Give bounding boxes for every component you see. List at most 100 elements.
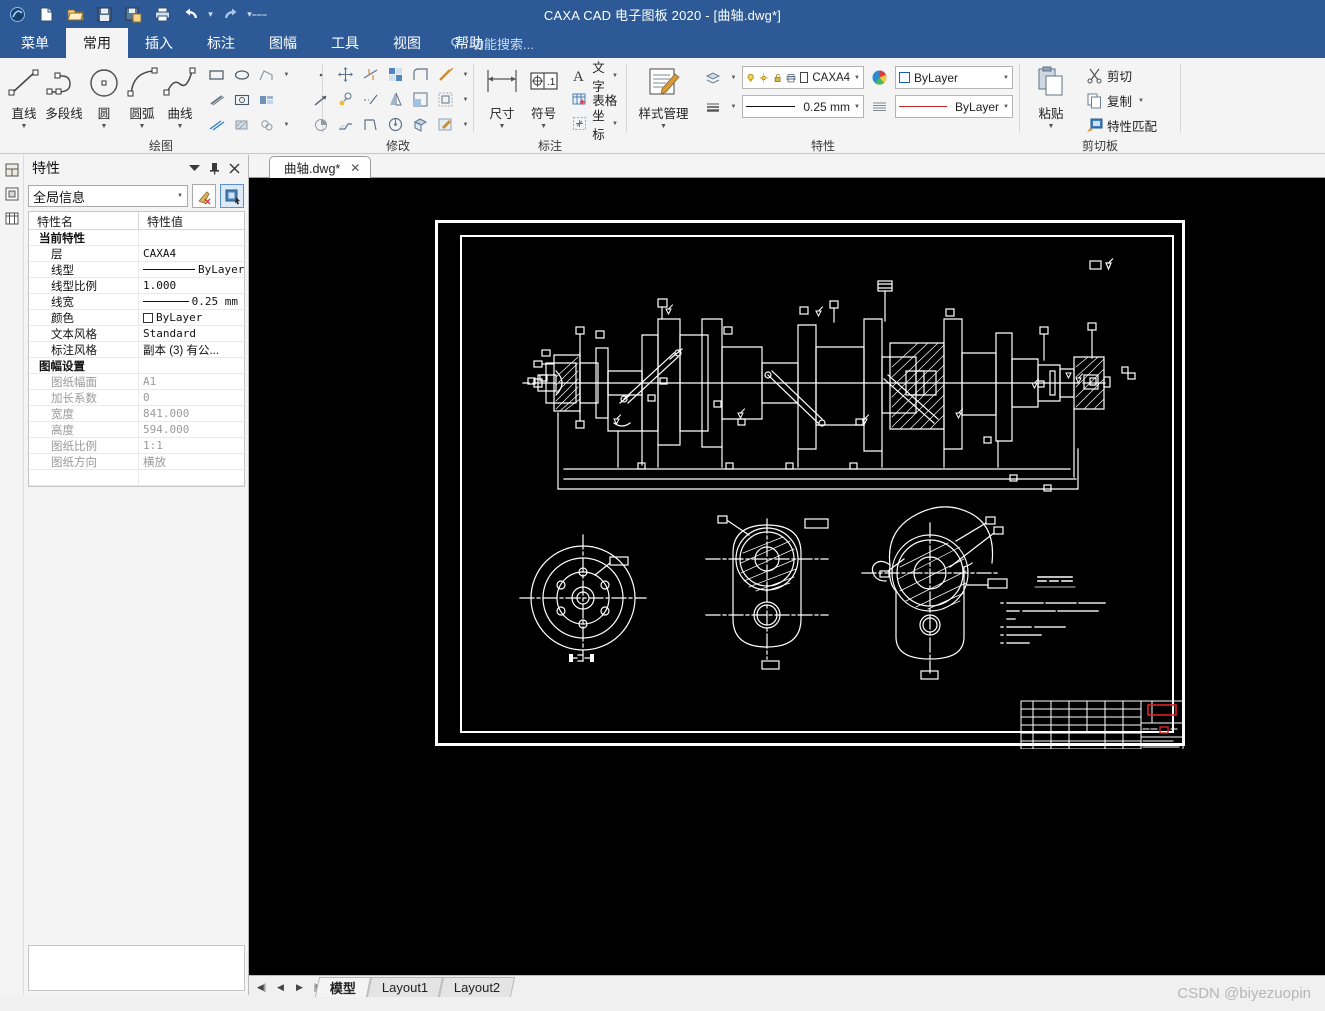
print-icon[interactable] [149,2,175,26]
linewidth-selector[interactable]: 0.25 mm ▼ [742,95,864,118]
cut-button[interactable]: 剪切 [1084,64,1159,87]
property-section-current[interactable]: 当前特性 [29,230,244,246]
stretch-icon[interactable] [333,112,358,137]
dimension-button[interactable]: 尺寸 ▼ [482,62,522,130]
property-row-extend-factor[interactable]: 加长系数 0 [29,390,244,406]
save-file-icon[interactable] [91,2,117,26]
linetype-selector[interactable]: ByLayer ▼ [895,95,1013,118]
library-vtab[interactable] [2,207,22,229]
draw-polyline-button[interactable]: 多段线 [44,62,84,122]
chevron-down-icon[interactable]: ▼ [101,123,108,130]
panel-close-icon[interactable] [224,158,244,178]
mirror-icon[interactable] [383,87,408,112]
text-button[interactable]: A 文字 ▼ [569,61,620,94]
modify-dropdown-1-icon[interactable]: ▼ [460,62,471,87]
save-as-icon[interactable] [120,2,146,26]
tab-insert[interactable]: 插入 [128,28,190,58]
draw-spline-button[interactable]: 曲线 ▼ [162,62,198,130]
chevron-down-icon[interactable]: ▼ [999,104,1009,110]
layer-tool-icon[interactable] [700,65,725,90]
linestyle-icon[interactable] [867,94,892,119]
property-row-layer[interactable]: 层 CAXA4 [29,246,244,262]
parallel-dropdown-icon[interactable]: ▼ [281,112,292,137]
prev-sheet-button[interactable]: ◀ [272,979,289,996]
property-row-color[interactable]: 颜色 ByLayer [29,310,244,326]
copy-button[interactable]: 复制 ▼ [1084,89,1159,112]
property-row-width[interactable]: 宽度 841.000 [29,406,244,422]
document-tab-qushaft[interactable]: 曲轴.dwg* ✕ [269,156,372,178]
ellipse-icon[interactable] [229,62,254,87]
coordinate-button[interactable]: 坐标 ▼ [569,109,620,142]
draw-circle-button[interactable]: 圆 ▼ [86,62,122,130]
pick-entity-button[interactable] [220,184,244,208]
parallel-line-icon[interactable] [204,112,229,137]
chevron-down-icon[interactable]: ▼ [139,123,146,130]
undo-dropdown-icon[interactable]: ▾ [207,2,214,26]
paste-button[interactable]: 粘贴 ▼ [1028,62,1074,130]
chevron-down-icon[interactable]: ▼ [850,104,860,110]
fillet-icon[interactable] [408,62,433,87]
chevron-down-icon[interactable]: ▼ [612,121,618,127]
chamfer-edit-icon[interactable] [433,62,458,87]
block-icon[interactable] [254,87,279,112]
puzzle-icon[interactable] [254,112,279,137]
style-manager-button[interactable]: 样式管理 ▼ [637,62,690,130]
panel-menu-icon[interactable] [184,158,204,178]
explode-icon[interactable] [408,112,433,137]
property-row-linetype[interactable]: 线型 ByLayer [29,262,244,278]
rectangle-dropdown-icon[interactable]: ▼ [281,62,292,87]
property-row-linewidth[interactable]: 线宽 0.25 mm [29,294,244,310]
centerline-icon[interactable] [204,87,229,112]
redo-icon[interactable] [217,2,243,26]
color-wheel-icon[interactable] [867,65,892,90]
layer-selector[interactable]: CAXA4 ▼ [742,66,864,89]
hatch-icon[interactable] [229,112,254,137]
draw-line-button[interactable]: 直线 ▼ [6,62,42,130]
chevron-down-icon[interactable]: ▼ [612,73,618,79]
rotate-icon[interactable] [383,112,408,137]
linetype-list-icon[interactable] [700,94,725,119]
app-logo-icon[interactable] [4,2,30,26]
property-row-linetype-scale[interactable]: 线型比例 1.000 [29,278,244,294]
sheet-tab-model[interactable]: 模型 [314,977,372,997]
drawing-canvas[interactable] [249,178,1325,975]
property-section-sheet[interactable]: 图幅设置 [29,358,244,374]
property-row-scale[interactable]: 图纸比例 1:1 [29,438,244,454]
sheet-tab-layout2[interactable]: Layout2 [439,977,516,997]
tab-menu[interactable]: 菜单 [4,28,66,58]
properties-scope-selector[interactable]: 全局信息 ▼ [28,185,188,207]
properties-vtab[interactable] [2,159,22,181]
chevron-down-icon[interactable]: ▼ [660,123,667,130]
chevron-down-icon[interactable]: ▼ [1048,123,1055,130]
chevron-down-icon[interactable]: ▼ [850,75,860,81]
draw-arc-button[interactable]: 圆弧 ▼ [124,62,160,130]
centerline-dropdown-icon[interactable] [281,87,292,112]
chevron-down-icon[interactable]: ▼ [999,75,1009,81]
next-sheet-button[interactable]: ▶ [291,979,308,996]
layers-vtab[interactable] [2,183,22,205]
feature-search[interactable]: 功能搜索... [450,28,534,58]
chevron-down-icon[interactable]: ▼ [540,123,547,130]
symbol-button[interactable]: .1 符号 ▼ [524,62,563,130]
move-icon[interactable] [333,62,358,87]
tab-sheet[interactable]: 图幅 [252,28,314,58]
rectangle-icon[interactable] [204,62,229,87]
first-sheet-button[interactable]: ◀| [253,979,270,996]
array-icon[interactable] [383,62,408,87]
trim-icon[interactable] [358,62,383,87]
chevron-down-icon[interactable]: ▼ [177,123,184,130]
tab-tools[interactable]: 工具 [314,28,376,58]
new-file-icon[interactable] [33,2,59,26]
undo-icon[interactable] [178,2,204,26]
property-row-text-style[interactable]: 文本风格 Standard [29,326,244,342]
chevron-down-icon[interactable]: ▼ [21,123,28,130]
match-properties-button[interactable]: 特性匹配 [1084,114,1159,137]
modify-dropdown-2-icon[interactable]: ▼ [460,87,471,112]
edit-icon[interactable] [433,112,458,137]
tab-view[interactable]: 视图 [376,28,438,58]
property-row-height[interactable]: 高度 594.000 [29,422,244,438]
chevron-down-icon[interactable]: ▼ [1138,98,1144,104]
close-icon[interactable]: ✕ [350,161,360,175]
scale-icon[interactable] [408,87,433,112]
modify-dropdown-3-icon[interactable]: ▼ [460,112,471,137]
